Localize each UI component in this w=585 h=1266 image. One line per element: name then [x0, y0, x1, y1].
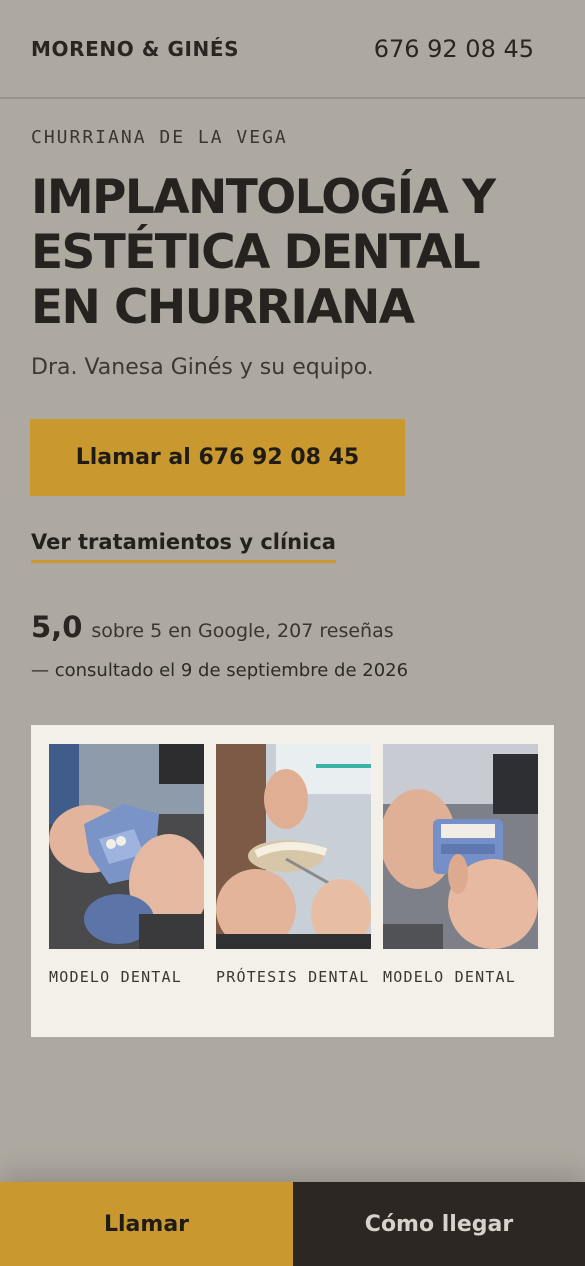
gallery-card[interactable]: MODELO DENTAL	[49, 744, 204, 1037]
brand-logo[interactable]: MORENO & GINÉS	[31, 37, 239, 61]
gallery-caption: MODELO DENTAL	[49, 968, 182, 986]
photo-gallery: MODELO DENTAL PRÓTESIS DENTAL MODELO DEN…	[31, 725, 554, 1037]
gallery-card[interactable]: MODELO DENTAL	[383, 744, 538, 1037]
google-rating: 5,0 sobre 5 en Google, 207 reseñas	[31, 610, 394, 644]
bottom-call-button[interactable]: Llamar	[0, 1182, 293, 1266]
directions-button[interactable]: Cómo llegar	[293, 1182, 585, 1266]
gallery-caption: MODELO DENTAL	[383, 968, 516, 986]
rating-text: sobre 5 en Google, 207 reseñas	[91, 620, 394, 642]
photo-dental-model-hands	[49, 744, 204, 949]
bottom-action-bar: Llamar Cómo llegar	[0, 1182, 585, 1266]
rating-consulted-date: — consultado el 9 de septiembre de 2026	[31, 660, 409, 681]
call-button[interactable]: Llamar al 676 92 08 45	[30, 419, 405, 496]
site-header: MORENO & GINÉS 676 92 08 45	[0, 0, 585, 99]
gallery-caption: PRÓTESIS DENTAL	[216, 968, 370, 986]
treatments-link[interactable]: Ver tratamientos y clínica	[31, 530, 336, 563]
location-kicker: CHURRIANA DE LA VEGA	[31, 127, 288, 148]
header-phone-link[interactable]: 676 92 08 45	[374, 35, 534, 63]
hero-subtitle: Dra. Vanesa Ginés y su equipo.	[31, 355, 374, 380]
page-title: IMPLANTOLOGÍA Y ESTÉTICA DENTAL EN CHURR…	[31, 170, 496, 335]
photo-dental-prosthesis	[216, 744, 371, 949]
gallery-card[interactable]: PRÓTESIS DENTAL	[216, 744, 371, 1037]
photo-dental-model-teeth	[383, 744, 538, 949]
rating-score: 5,0	[31, 610, 83, 644]
